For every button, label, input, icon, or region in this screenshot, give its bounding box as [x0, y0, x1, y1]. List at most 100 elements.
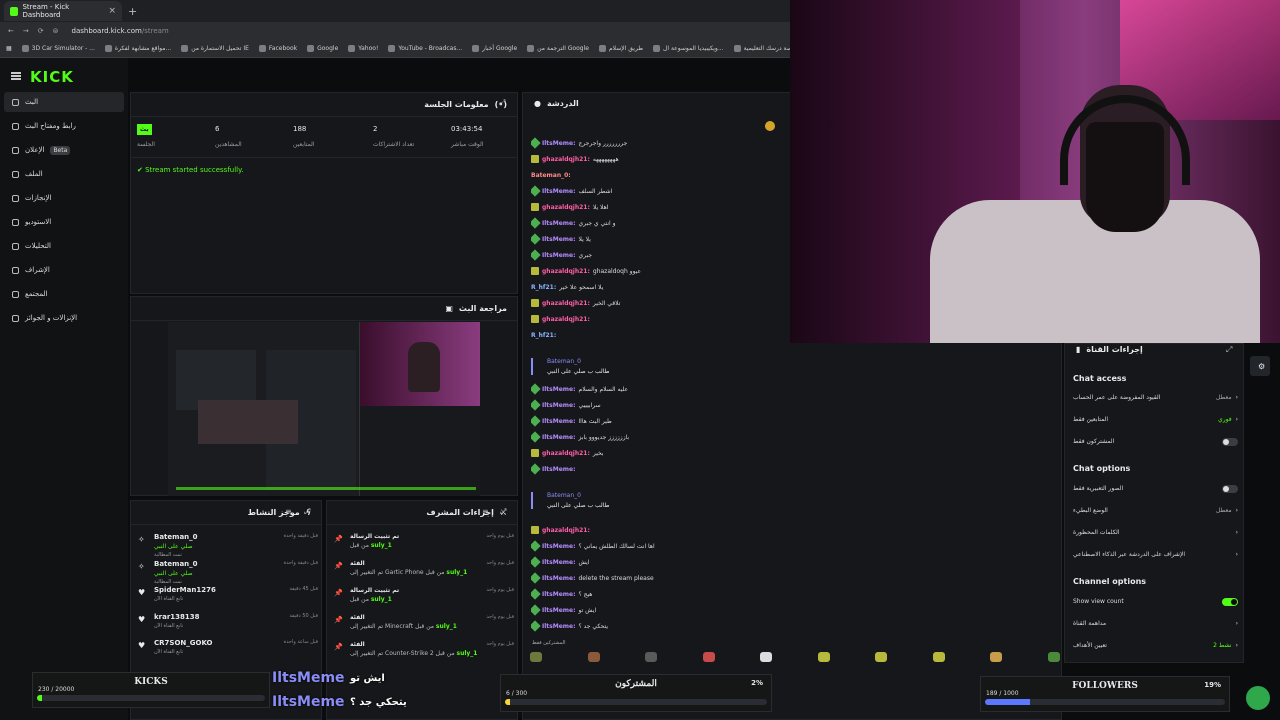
toggle-switch[interactable] [1222, 438, 1238, 446]
channel-option-row[interactable]: الوضع البطيء معطل › [1073, 507, 1238, 514]
chat-username[interactable]: ghazaldqjh21: [542, 527, 590, 534]
chat-username[interactable]: IltsMeme: [542, 434, 576, 441]
chat-username[interactable]: Bateman_0: [531, 172, 571, 179]
chat-username[interactable]: IltsMeme: [542, 591, 576, 598]
sidebar-item[interactable]: الإنزالات و الجوائز [4, 308, 124, 328]
mod-action-user[interactable]: suly_1 [371, 542, 392, 549]
channel-option-row[interactable]: الكلمات المحظورة › [1073, 529, 1238, 536]
sidebar-item[interactable]: الإعلان Beta [4, 140, 124, 160]
emote-icon[interactable] [817, 652, 830, 662]
bookmark-item[interactable]: مواقع مشابهة لفكرة... [104, 45, 171, 52]
channel-option-row[interactable]: تعيين الأهداف نشط 2 › [1073, 642, 1238, 649]
mod-action-user[interactable]: suly_1 [446, 569, 467, 576]
reload-icon[interactable]: ⟳ [38, 27, 44, 35]
channel-option-row[interactable]: الصور التعبيرية فقط [1073, 485, 1238, 493]
sidebar-item[interactable]: رابط ومفتاح البث [4, 116, 124, 136]
toggle-switch[interactable] [1222, 598, 1238, 606]
sidebar-item[interactable]: الإنجازات [4, 188, 124, 208]
chat-username[interactable]: ghazaldqjh21: [542, 300, 590, 307]
channel-option-row[interactable]: Show view count [1073, 598, 1238, 606]
menu-icon[interactable] [11, 72, 21, 80]
redeem-user[interactable]: Bateman_0 [547, 492, 609, 499]
redeem-user[interactable]: Bateman_0 [547, 358, 609, 365]
channel-option-row[interactable]: المشتركون فقط [1073, 438, 1238, 446]
apps-icon[interactable]: ▦ [6, 45, 12, 52]
url-field[interactable]: dashboard.kick.com/stream [72, 27, 169, 35]
bookmark-item[interactable]: 3D Car Simulator - ... [21, 45, 95, 52]
bookmark-item[interactable]: منصة درسك التعليمية [733, 45, 797, 52]
activity-user[interactable]: krar138138 [154, 613, 200, 621]
chat-username[interactable]: IltsMeme: [542, 466, 576, 473]
channel-option-row[interactable]: الإشراف على الدردشة عبر الذكاء الاصطناعي… [1073, 551, 1238, 558]
bookmark-item[interactable]: Google [307, 45, 338, 52]
sidebar-item[interactable]: الملف [4, 164, 124, 184]
channel-option-row[interactable]: المتابعين فقط فوري › [1073, 416, 1238, 423]
site-info-icon[interactable]: ⊜ [53, 27, 59, 35]
chat-username[interactable]: ghazaldqjh21: [542, 316, 590, 323]
chat-username[interactable]: IltsMeme: [542, 543, 576, 550]
chat-username[interactable]: IltsMeme: [542, 623, 576, 630]
help-chat-button[interactable] [1246, 686, 1270, 710]
popout-icon[interactable]: ⤢ [499, 98, 505, 108]
chat-username[interactable]: IltsMeme: [542, 236, 576, 243]
activity-user[interactable]: Bateman_0 [154, 560, 198, 568]
close-tab-icon[interactable]: × [108, 6, 116, 16]
activity-user[interactable]: CR7SON_GOKO [154, 639, 213, 647]
sidebar-item[interactable]: البث [4, 92, 124, 112]
emote-icon[interactable] [760, 652, 773, 662]
chat-username[interactable]: ghazaldqjh21: [542, 204, 590, 211]
chat-username[interactable]: IltsMeme: [542, 140, 576, 147]
chat-username[interactable]: ghazaldqjh21: [542, 450, 590, 457]
channel-option-row[interactable]: مداهمة القناة › [1073, 620, 1238, 627]
emote-icon[interactable] [530, 652, 542, 662]
mod-action-user[interactable]: suly_1 [371, 596, 392, 603]
bookmark-item[interactable]: YouTube - Broadcas... [388, 45, 462, 52]
forward-icon[interactable]: → [23, 27, 29, 35]
activity-user[interactable]: SpiderMan1276 [154, 586, 216, 594]
channel-option-row[interactable]: القيود المفروضة على عمر الحساب معطل › [1073, 394, 1238, 401]
back-icon[interactable]: ← [8, 27, 14, 35]
chat-username[interactable]: IltsMeme: [542, 418, 576, 425]
bookmark-item[interactable]: Facebook [258, 45, 297, 52]
mod-action-user[interactable]: suly_1 [457, 650, 478, 657]
chat-username[interactable]: IltsMeme: [542, 188, 576, 195]
chat-username[interactable]: IltsMeme: [542, 559, 576, 566]
bookmark-item[interactable]: أخبار Google [472, 45, 517, 52]
chat-username[interactable]: ghazaldqjh21: [542, 156, 590, 163]
pinned-icon[interactable] [765, 121, 775, 131]
activity-user[interactable]: Bateman_0 [154, 533, 198, 541]
sidebar-item[interactable]: المجتمع [4, 284, 124, 304]
bookmark-item[interactable]: ويكيبيديا الموسوعة ال... [653, 45, 724, 52]
mod-action-user[interactable]: suly_1 [436, 623, 457, 630]
sidebar-item[interactable]: التحليلات [4, 236, 124, 256]
bookmark-item[interactable]: Yahoo! [348, 45, 378, 52]
bookmark-item[interactable]: طريق الإسلام [598, 45, 643, 52]
stream-preview-video[interactable] [168, 322, 480, 496]
new-tab-icon[interactable]: + [128, 5, 137, 18]
chat-username[interactable]: IltsMeme: [542, 402, 576, 409]
chat-username[interactable]: R_hf21: [531, 284, 556, 291]
chat-username[interactable]: IltsMeme: [542, 252, 576, 259]
chat-username[interactable]: R_hf21: [531, 332, 556, 339]
kick-logo[interactable]: KICK [30, 68, 74, 86]
filter-icon[interactable]: ≡ [482, 507, 489, 516]
toggle-switch[interactable] [1222, 485, 1238, 493]
emote-icon[interactable] [702, 652, 715, 662]
chat-username[interactable]: IltsMeme: [542, 607, 576, 614]
chat-username[interactable]: ghazaldqjh21: [542, 268, 590, 275]
emote-icon[interactable] [990, 652, 1003, 662]
emote-icon[interactable] [932, 652, 945, 662]
popout-icon[interactable]: ⤢ [500, 507, 506, 517]
emote-icon[interactable] [875, 652, 888, 662]
popout-icon[interactable]: ⤢ [304, 507, 310, 517]
emote-icon[interactable] [1047, 652, 1060, 662]
sidebar-item[interactable]: الاستوديو [4, 212, 124, 232]
emote-icon[interactable] [645, 652, 658, 662]
sidebar-item[interactable]: الإشراف [4, 260, 124, 280]
bookmark-item[interactable]: تحميل الاستمارة من IE [181, 45, 249, 52]
emote-icon[interactable] [587, 652, 600, 662]
bookmark-item[interactable]: الترجمة من Google [527, 45, 589, 52]
chat-username[interactable]: IltsMeme: [542, 220, 576, 227]
browser-tab[interactable]: Stream - Kick Dashboard × [4, 1, 122, 21]
chat-username[interactable]: IltsMeme: [542, 386, 576, 393]
